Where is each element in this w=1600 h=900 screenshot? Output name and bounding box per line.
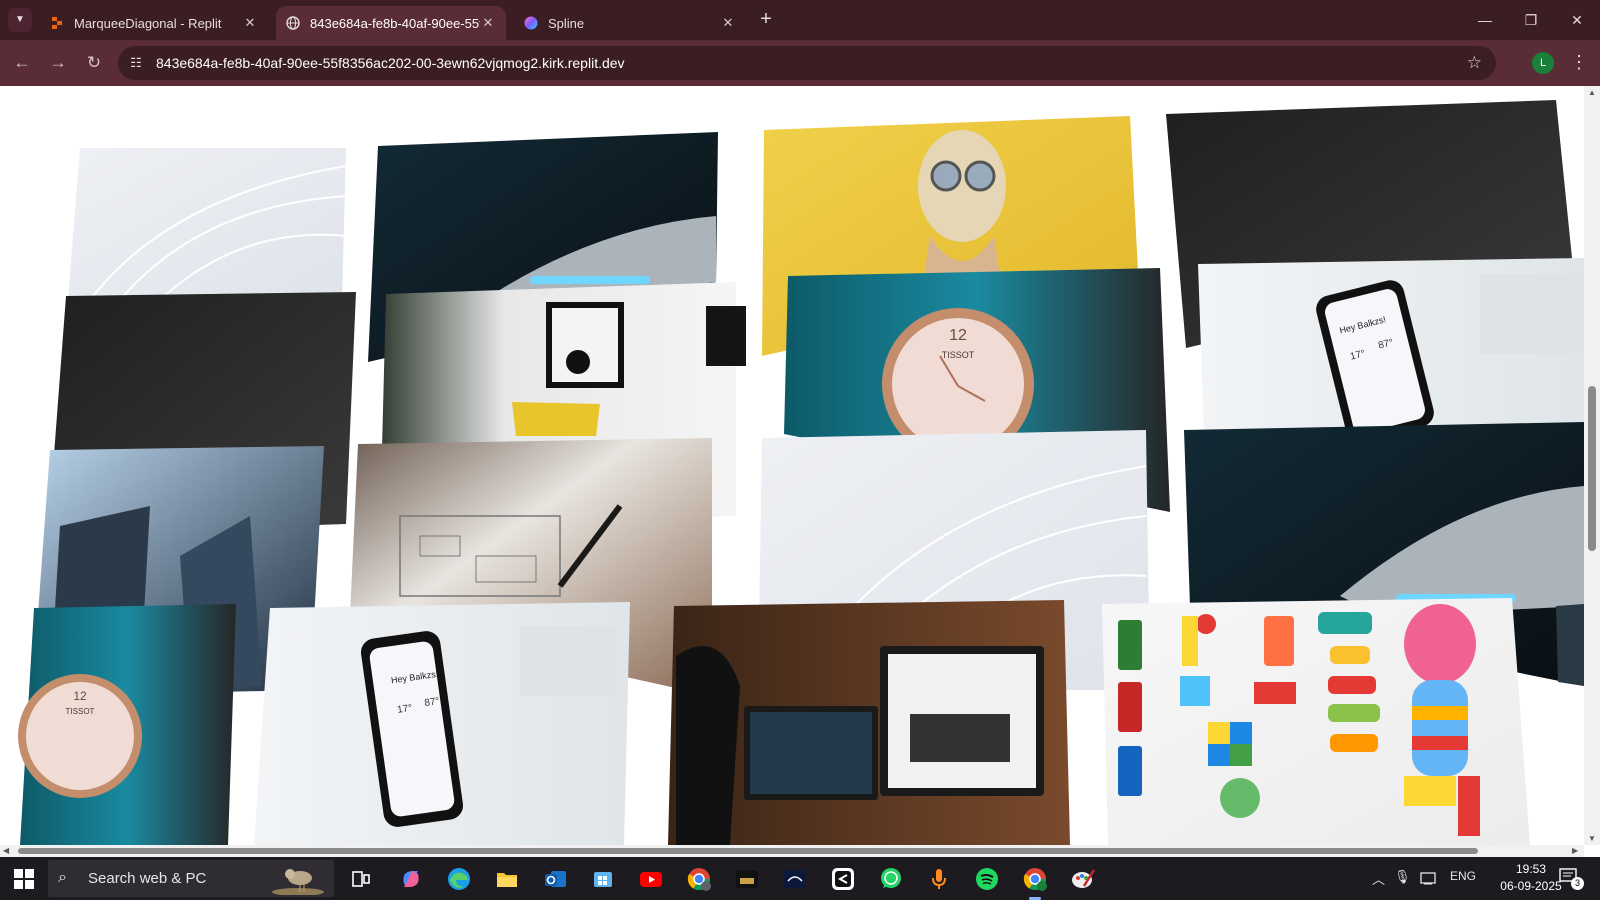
close-window-button[interactable]: ✕ [1554, 6, 1600, 34]
site-info-icon[interactable]: ☷ [128, 55, 144, 71]
watch-brand-label: TISSOT [66, 707, 95, 716]
tab-search-button[interactable]: ▼ [8, 8, 32, 32]
vertical-scroll-thumb[interactable] [1588, 386, 1596, 551]
address-bar[interactable]: ☷ 843e684a-fe8b-40af-90ee-55f8356ac202-0… [118, 46, 1496, 80]
notification-center-icon[interactable]: 3 [1559, 868, 1584, 890]
copilot-icon[interactable] [398, 866, 424, 892]
tab-spline[interactable]: Spline ✕ [514, 6, 746, 40]
restore-button[interactable]: ❐ [1508, 6, 1554, 34]
search-icon: ⌕ [58, 869, 67, 886]
file-explorer-icon[interactable] [494, 866, 520, 892]
youtube-icon[interactable] [638, 866, 664, 892]
close-icon[interactable]: ✕ [720, 15, 736, 31]
network-icon[interactable] [1420, 871, 1438, 885]
horizontal-scroll-thumb[interactable] [18, 848, 1478, 854]
tab-title: Spline [548, 15, 585, 31]
gallery-card-watch: 12 TISSOT [18, 604, 236, 845]
bing-bird-illustration-icon [272, 869, 324, 895]
tab-replit-dev[interactable]: 843e684a-fe8b-40af-90ee-55f8356ac202-00-… [276, 6, 506, 40]
start-button[interactable] [14, 869, 34, 889]
back-button[interactable]: ← [10, 51, 34, 75]
close-icon[interactable]: ✕ [480, 15, 496, 31]
profile-avatar[interactable]: L [1532, 52, 1554, 74]
minimize-button[interactable]: — [1462, 6, 1508, 34]
hotstar-icon[interactable] [782, 866, 808, 892]
close-icon[interactable]: ✕ [242, 15, 258, 31]
phone-temp: 17° [396, 703, 413, 716]
vertical-scrollbar[interactable]: ▲ ▼ [1584, 86, 1600, 845]
scroll-down-arrow-icon[interactable]: ▼ [1588, 834, 1596, 843]
scroll-right-arrow-icon[interactable]: ▶ [1572, 846, 1578, 855]
chrome-profile-a-icon[interactable] [686, 866, 712, 892]
reload-button[interactable]: ↻ [82, 51, 106, 75]
url-text[interactable]: 843e684a-fe8b-40af-90ee-55f8356ac202-00-… [156, 46, 625, 80]
whatsapp-icon[interactable] [878, 866, 904, 892]
replit-icon [52, 17, 62, 29]
paint-app-icon[interactable] [1070, 866, 1096, 892]
gallery-card-phone-app-2: Hey Balkzs! 17° 87° [1198, 258, 1584, 442]
microphone-app-icon[interactable] [926, 866, 952, 892]
horizontal-scrollbar[interactable]: ◀ ▶ [0, 845, 1584, 857]
forward-button[interactable]: → [46, 51, 70, 75]
bookmark-star-icon[interactable]: ☆ [1467, 46, 1482, 80]
show-hidden-icons-icon[interactable]: ︿ [1372, 869, 1385, 888]
microsoft-store-icon[interactable] [590, 866, 616, 892]
search-placeholder: Search web & PC [88, 870, 207, 887]
marquee-gallery: 12 TISSOT Hey Balkzs! 17° 87° 12 TISSOT … [18, 100, 1584, 845]
gallery-card-developer [668, 600, 1070, 845]
notification-count-badge: 3 [1571, 877, 1584, 890]
spline-icon [524, 16, 538, 30]
new-tab-button[interactable]: + [754, 8, 778, 32]
browser-toolbar: ← → ↻ ☷ 843e684a-fe8b-40af-90ee-55f8356a… [0, 40, 1600, 86]
watch-hour-label: 12 [949, 327, 967, 344]
tab-title: MarqueeDiagonal - Replit [74, 15, 222, 31]
edge-icon[interactable] [446, 866, 472, 892]
sonyliv-icon[interactable] [734, 866, 760, 892]
capcut-icon[interactable] [830, 866, 856, 892]
spotify-icon[interactable] [974, 866, 1000, 892]
outlook-icon[interactable] [542, 866, 568, 892]
task-view-icon[interactable] [348, 866, 374, 892]
gallery-card-wave [68, 148, 347, 301]
phone-temp-2: 87° [424, 696, 441, 709]
language-indicator[interactable]: ENG [1450, 869, 1476, 883]
watch-brand-label: TISSOT [942, 350, 975, 360]
tab-marquee-replit[interactable]: MarqueeDiagonal - Replit ✕ [40, 6, 268, 40]
gallery-card-phone-app: Hey Balkzs! 17° 87° [254, 602, 630, 845]
watch-hour-label: 12 [73, 689, 87, 703]
scroll-left-arrow-icon[interactable]: ◀ [3, 846, 9, 855]
more-menu-icon[interactable]: ⋮ [1570, 50, 1588, 74]
page-content: 12 TISSOT Hey Balkzs! 17° 87° 12 TISSOT … [0, 86, 1584, 845]
globe-icon [286, 16, 300, 30]
gallery-card-toys [1102, 598, 1530, 845]
scroll-up-arrow-icon[interactable]: ▲ [1588, 88, 1596, 97]
tab-strip: ▼ MarqueeDiagonal - Replit ✕ 843e684a-fe… [0, 0, 1600, 40]
gallery-card-edge [1556, 604, 1584, 686]
chrome-profile-l-icon[interactable] [1022, 866, 1048, 900]
taskbar-search[interactable]: ⌕ Search web & PC [48, 860, 334, 897]
windows-taskbar: ⌕ Search web & PC ︿ 🎙 ENG 19:53 06-09-20… [0, 857, 1600, 900]
microphone-icon[interactable]: 🎙 [1394, 869, 1411, 885]
tab-title: 843e684a-fe8b-40af-90ee-55f8356ac202-00-… [310, 15, 480, 31]
